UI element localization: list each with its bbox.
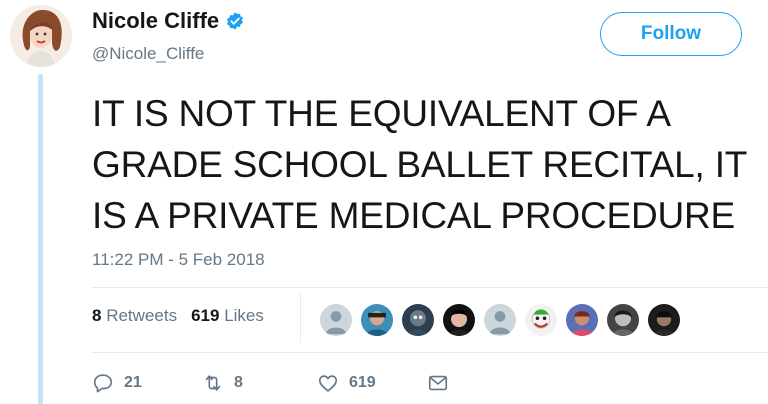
liker-avatar[interactable] [482,302,518,338]
retweet-action[interactable]: 8 [202,372,317,394]
avatar-illustration [10,5,72,67]
avatar[interactable] [10,5,72,67]
follow-button[interactable]: Follow [600,12,742,56]
reply-action[interactable]: 21 [92,372,202,394]
divider [92,352,768,353]
reply-count: 21 [124,374,142,391]
tweet-text-line: GRADE SCHOOL BALLET RECITAL, IT [92,144,748,185]
liker-avatar[interactable] [523,302,559,338]
tweet-text-line: IT IS NOT THE EQUIVALENT OF A [92,93,671,134]
tweet-text-line: IS A PRIVATE MEDICAL PROCEDURE [92,195,736,236]
retweet-count: 8 [234,374,243,391]
like-count: 619 [349,374,376,391]
likes-stat[interactable]: 619 Likes [191,306,264,326]
liker-avatar[interactable] [400,302,436,338]
retweets-count: 8 [92,306,102,325]
liker-avatar[interactable] [318,302,354,338]
stats-separator [300,293,301,343]
tweet-actions: 21 8 619 [92,372,449,394]
thread-line [38,74,43,404]
author-name[interactable]: Nicole Cliffe [92,8,245,34]
liker-avatar[interactable] [646,302,682,338]
tweet-text: IT IS NOT THE EQUIVALENT OF A GRADE SCHO… [92,88,762,241]
retweets-label: Retweets [106,306,178,325]
tweet-timestamp[interactable]: 11:22 PM - 5 Feb 2018 [92,250,265,270]
reply-icon [93,374,113,393]
heart-icon [318,375,338,392]
tweet-stats: 8 Retweets 619 Likes [92,306,264,326]
likes-label: Likes [224,306,264,325]
author-handle[interactable]: @Nicole_Cliffe [92,44,204,64]
liker-avatar[interactable] [359,302,395,338]
like-action[interactable]: 619 [317,372,427,394]
envelope-icon [428,375,448,391]
retweets-stat[interactable]: 8 Retweets [92,306,177,326]
divider [92,287,768,288]
liker-avatar[interactable] [441,302,477,338]
liker-avatar[interactable] [605,302,641,338]
liker-avatar[interactable] [564,302,600,338]
direct-message-action[interactable] [427,372,449,394]
verified-badge-icon [225,11,245,31]
likes-count: 619 [191,306,220,325]
retweet-icon [205,375,221,391]
likers-avatars [318,302,682,338]
author-name-text: Nicole Cliffe [92,8,220,33]
